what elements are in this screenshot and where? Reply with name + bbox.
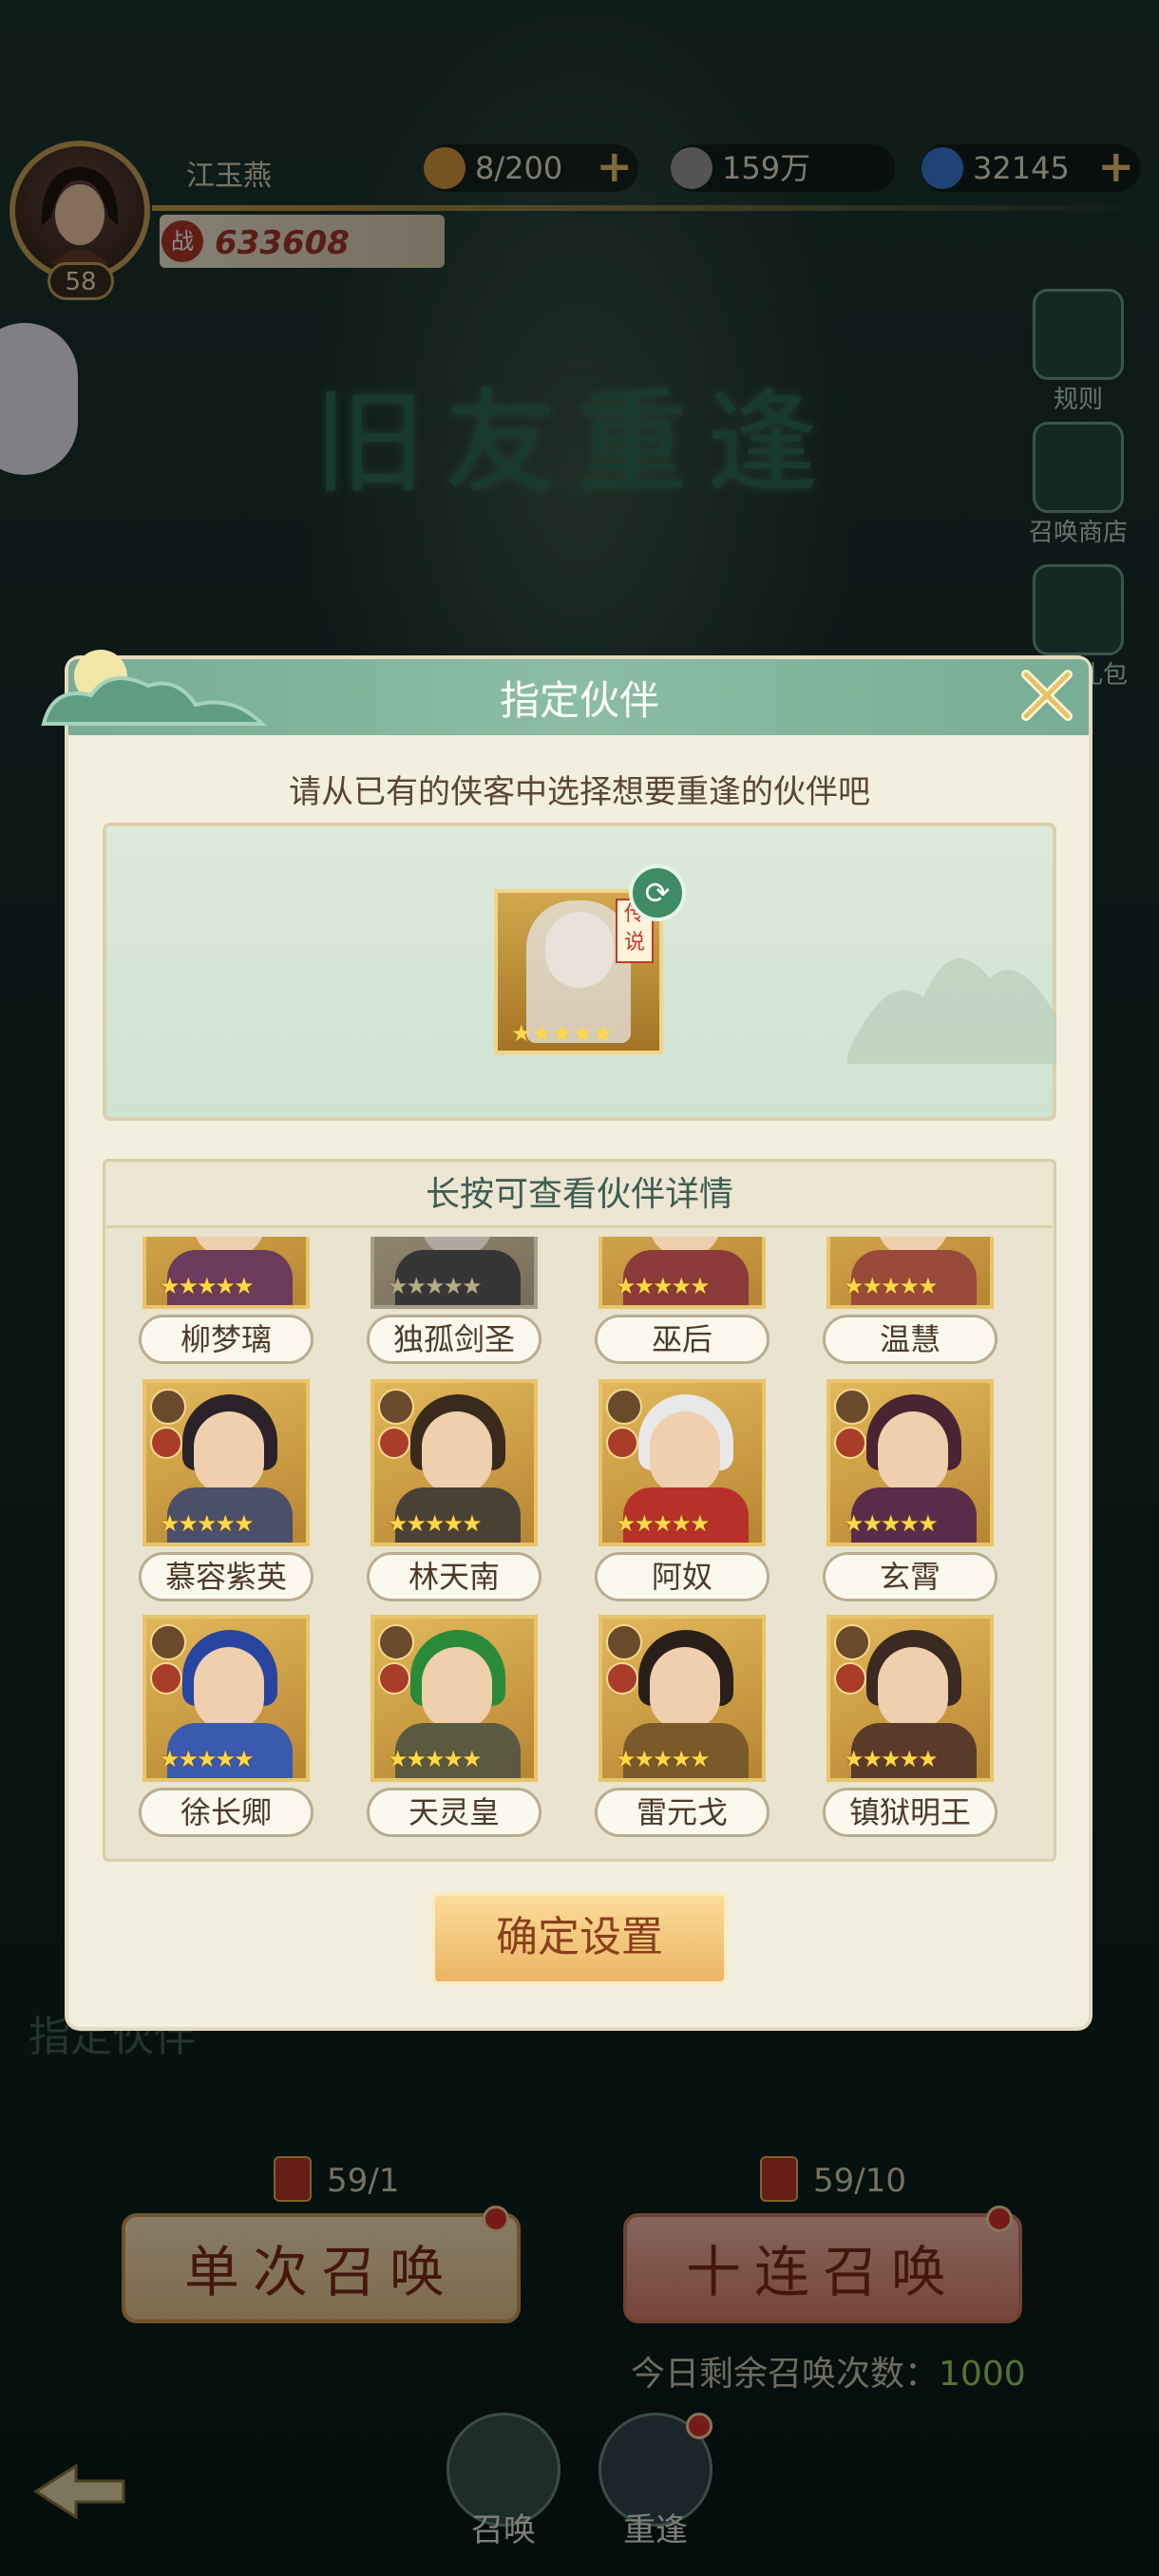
partner-card[interactable]: ★★★★★ 雷元戈 — [570, 1615, 779, 1843]
star-rating: ★★★★★ — [616, 1510, 711, 1537]
element-icon — [150, 1389, 186, 1425]
partner-portrait: 传说★★★★★ — [370, 1237, 538, 1309]
partner-card[interactable]: ★★★★★ 温慧 — [798, 1237, 1007, 1370]
partner-name: 阿奴 — [595, 1552, 770, 1601]
partner-portrait: ★★★★★ — [598, 1379, 766, 1546]
partner-card[interactable]: ★★★★★ 林天南 — [342, 1379, 551, 1607]
partner-card[interactable]: 传说★★★★★ 巫后 — [570, 1237, 779, 1370]
partner-card[interactable]: ★★★★★ 镇狱明王 — [798, 1615, 1007, 1843]
close-icon[interactable] — [1013, 661, 1081, 729]
partner-name: 林天南 — [367, 1552, 542, 1601]
class-icon — [150, 1427, 182, 1459]
partner-name: 天灵皇 — [367, 1788, 542, 1837]
star-rating: ★★★★★ — [388, 1746, 483, 1772]
partner-card[interactable]: ★★★★★ 天灵皇 — [342, 1615, 551, 1843]
class-icon — [378, 1427, 410, 1459]
star-rating: ★★★★★ — [388, 1273, 483, 1299]
partner-card[interactable]: ★★★★★ 徐长卿 — [114, 1615, 323, 1843]
element-icon — [378, 1389, 414, 1425]
partner-name: 镇狱明王 — [823, 1788, 998, 1837]
star-rating: ★★★★★ — [160, 1510, 255, 1537]
star-rating: ★★★★★ — [160, 1273, 255, 1299]
star-rating: ★★★★★ — [511, 1020, 614, 1047]
class-icon — [150, 1662, 182, 1695]
partner-portrait: ★★★★★ — [826, 1237, 994, 1309]
confirm-settings-button[interactable]: 确定设置 — [431, 1892, 728, 1985]
partner-name: 巫后 — [595, 1315, 770, 1364]
partner-name: 柳梦璃 — [139, 1315, 314, 1364]
partner-portrait: ★★★★★ — [598, 1615, 766, 1782]
dialog-subtitle: 请从已有的侠客中选择想要重逢的伙伴吧 — [289, 773, 870, 811]
partner-portrait: ★★★★★ — [142, 1615, 310, 1782]
star-rating: ★★★★★ — [844, 1273, 939, 1299]
partner-portrait: ★★★★★ — [826, 1615, 994, 1782]
partner-portrait: ★★★★★ — [826, 1379, 994, 1546]
partner-card[interactable]: 传说★★★★★ 柳梦璃 — [114, 1237, 323, 1370]
star-rating: ★★★★★ — [388, 1510, 483, 1537]
partner-portrait: ★★★★★ — [142, 1379, 310, 1546]
mountain-painting-icon — [847, 958, 1056, 1064]
element-icon — [150, 1624, 186, 1660]
class-icon — [606, 1662, 638, 1695]
partner-name: 雷元戈 — [595, 1788, 770, 1837]
swap-icon[interactable]: ⟳ — [629, 864, 686, 921]
partner-portrait: 传说★★★★★ — [598, 1237, 766, 1309]
partner-card[interactable]: ★★★★★ 玄霄 — [798, 1379, 1007, 1607]
star-rating: ★★★★★ — [844, 1746, 939, 1772]
partner-name: 慕容紫英 — [139, 1552, 314, 1601]
star-rating: ★★★★★ — [844, 1510, 939, 1537]
class-icon — [606, 1427, 638, 1459]
element-icon — [834, 1389, 870, 1425]
list-header: 长按可查看伙伴详情 — [106, 1165, 1053, 1228]
partner-card[interactable]: 传说★★★★★✔独孤剑圣 — [342, 1237, 551, 1370]
dialog-title: 指定伙伴 — [499, 677, 659, 724]
partner-portrait: ★★★★★ — [370, 1615, 538, 1782]
element-icon — [606, 1389, 642, 1425]
partner-name: 温慧 — [823, 1315, 998, 1364]
partner-name: 玄霄 — [823, 1552, 998, 1601]
element-icon — [834, 1624, 870, 1660]
partner-list[interactable]: 传说★★★★★柳梦璃传说★★★★★✔独孤剑圣传说★★★★★巫后★★★★★温慧★★… — [106, 1237, 1053, 1848]
element-icon — [378, 1624, 414, 1660]
class-icon — [378, 1662, 410, 1695]
partner-portrait: 传说★★★★★ — [142, 1237, 310, 1309]
partner-name: 独孤剑圣 — [367, 1315, 542, 1364]
partner-portrait: ★★★★★ — [370, 1379, 538, 1546]
star-rating: ★★★★★ — [160, 1746, 255, 1772]
partner-name: 徐长卿 — [139, 1788, 314, 1837]
partner-card[interactable]: ★★★★★ 慕容紫英 — [114, 1379, 323, 1607]
star-rating: ★★★★★ — [616, 1273, 711, 1299]
class-icon — [834, 1662, 866, 1695]
class-icon — [834, 1427, 866, 1459]
star-rating: ★★★★★ — [616, 1746, 711, 1772]
element-icon — [606, 1624, 642, 1660]
partner-card[interactable]: ★★★★★ 阿奴 — [570, 1379, 779, 1607]
